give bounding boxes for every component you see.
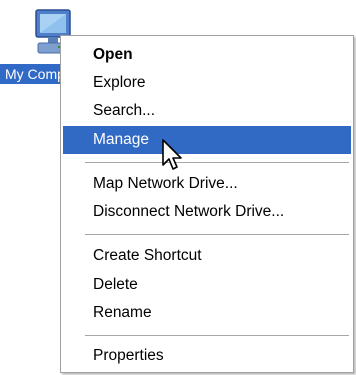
menu-item-map-network-drive[interactable]: Map Network Drive... <box>63 170 351 198</box>
context-menu: Open Explore Search... Manage Map Networ… <box>60 35 354 373</box>
menu-item-rename[interactable]: Rename <box>63 299 351 327</box>
menu-item-manage[interactable]: Manage <box>63 126 351 154</box>
menu-separator <box>85 162 349 163</box>
arrow-pointer-icon <box>162 139 182 170</box>
menu-item-create-shortcut[interactable]: Create Shortcut <box>63 242 351 270</box>
menu-item-disconnect-network-drive[interactable]: Disconnect Network Drive... <box>63 198 351 226</box>
my-computer-label[interactable]: My Computer <box>0 64 68 84</box>
menu-separator <box>85 335 349 336</box>
menu-separator <box>85 234 349 235</box>
menu-item-search[interactable]: Search... <box>63 97 351 125</box>
menu-item-properties[interactable]: Properties <box>63 342 351 370</box>
menu-item-delete[interactable]: Delete <box>63 271 351 299</box>
menu-item-explore[interactable]: Explore <box>63 69 351 97</box>
menu-item-open[interactable]: Open <box>63 41 351 69</box>
